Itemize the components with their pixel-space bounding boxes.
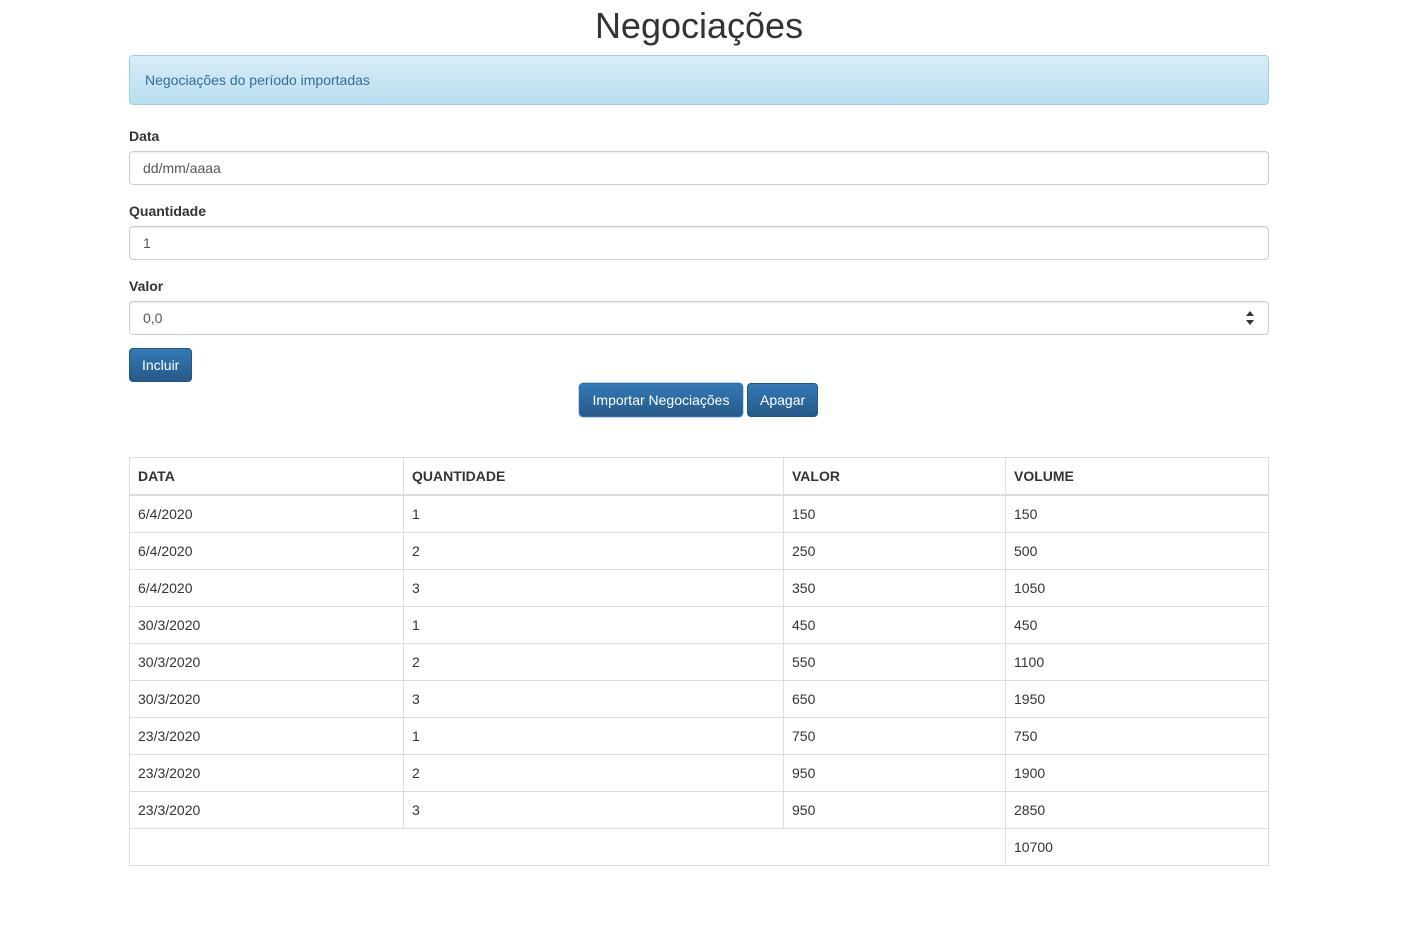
cell-quantidade: 1 [403, 606, 784, 644]
valor-label: Valor [129, 278, 164, 294]
table-row: 6/4/2020 3 350 1050 [129, 569, 1269, 607]
cell-valor: 950 [783, 791, 1006, 829]
form-group-quantidade: Quantidade 1 [129, 201, 1269, 260]
cell-data: 6/4/2020 [129, 494, 404, 533]
cell-quantidade: 1 [403, 494, 784, 533]
cell-quantidade: 2 [403, 532, 784, 570]
table-row: 23/3/2020 2 950 1900 [129, 754, 1269, 792]
quantidade-input[interactable]: 1 [129, 226, 1269, 260]
valor-input[interactable]: 0,0 [129, 301, 1269, 335]
cell-volume: 450 [1005, 606, 1269, 644]
cell-data: 23/3/2020 [129, 754, 404, 792]
cell-data: 6/4/2020 [129, 569, 404, 607]
table-row: 23/3/2020 3 950 2850 [129, 791, 1269, 829]
cell-valor: 150 [783, 494, 1006, 533]
cell-volume: 1950 [1005, 680, 1269, 718]
negociacoes-table: DATA QUANTIDADE VALOR VOLUME 6/4/2020 1 15… [129, 457, 1269, 866]
incluir-button[interactable]: Incluir [129, 348, 193, 382]
table-footer-row: 10700 [129, 828, 1269, 866]
cell-quantidade: 3 [403, 680, 784, 718]
cell-data: 23/3/2020 [129, 791, 404, 829]
cell-valor: 650 [783, 680, 1006, 718]
table-header-row: DATA QUANTIDADE VALOR VOLUME [129, 457, 1269, 496]
main-container: Negociações Negociações do período impor… [129, 0, 1269, 866]
cell-quantidade: 2 [403, 754, 784, 792]
table-row: 30/3/2020 3 650 1950 [129, 680, 1269, 718]
cell-data: 23/3/2020 [129, 717, 404, 755]
table-row: 23/3/2020 1 750 750 [129, 717, 1269, 755]
cell-valor: 350 [783, 569, 1006, 607]
importar-negociacoes-button[interactable]: Importar Negociações [579, 383, 743, 417]
cell-data: 30/3/2020 [129, 606, 404, 644]
cell-quantidade: 3 [403, 569, 784, 607]
table-body: 6/4/2020 1 150 150 6/4/2020 2 250 500 6/4/2020 3 3… [129, 494, 1269, 829]
data-label: Data [129, 128, 160, 144]
cell-quantidade: 3 [403, 791, 784, 829]
cell-data: 6/4/2020 [129, 532, 404, 570]
column-header-data: DATA [129, 457, 404, 496]
form-group-valor: Valor 0,0 [129, 276, 1269, 335]
valor-input-value: 0,0 [143, 310, 163, 326]
column-header-volume: VOLUME [1005, 457, 1269, 496]
cell-valor: 450 [783, 606, 1006, 644]
spinner-up-icon[interactable] [1246, 311, 1254, 316]
column-header-valor: VALOR [783, 457, 1006, 496]
cell-volume: 150 [1005, 494, 1269, 533]
cell-volume: 1050 [1005, 569, 1269, 607]
cell-valor: 950 [783, 754, 1006, 792]
cell-data: 30/3/2020 [129, 680, 404, 718]
apagar-button[interactable]: Apagar [747, 383, 818, 417]
table-row: 6/4/2020 2 250 500 [129, 532, 1269, 570]
info-alert: Negociações do período importadas [129, 55, 1269, 105]
spinner-down-icon[interactable] [1246, 320, 1254, 325]
footer-spacer [129, 828, 1006, 866]
table-row: 30/3/2020 2 550 1100 [129, 643, 1269, 681]
cell-valor: 750 [783, 717, 1006, 755]
cell-volume: 1100 [1005, 643, 1269, 681]
cell-quantidade: 2 [403, 643, 784, 681]
number-spinner-icon[interactable] [1246, 311, 1254, 325]
cell-data: 30/3/2020 [129, 643, 404, 681]
table-row: 30/3/2020 1 450 450 [129, 606, 1269, 644]
cell-volume: 2850 [1005, 791, 1269, 829]
column-header-quantidade: QUANTIDADE [403, 457, 784, 496]
cell-volume: 750 [1005, 717, 1269, 755]
form-group-data: Data dd/mm/aaaa [129, 126, 1269, 185]
cell-quantidade: 1 [403, 717, 784, 755]
cell-valor: 250 [783, 532, 1006, 570]
total-volume: 10700 [1005, 828, 1269, 866]
quantidade-label: Quantidade [129, 203, 207, 219]
data-input[interactable]: dd/mm/aaaa [129, 151, 1269, 185]
cell-volume: 1900 [1005, 754, 1269, 792]
cell-valor: 550 [783, 643, 1006, 681]
cell-volume: 500 [1005, 532, 1269, 570]
table-row: 6/4/2020 1 150 150 [129, 494, 1269, 533]
page-title: Negociações [594, 5, 804, 46]
